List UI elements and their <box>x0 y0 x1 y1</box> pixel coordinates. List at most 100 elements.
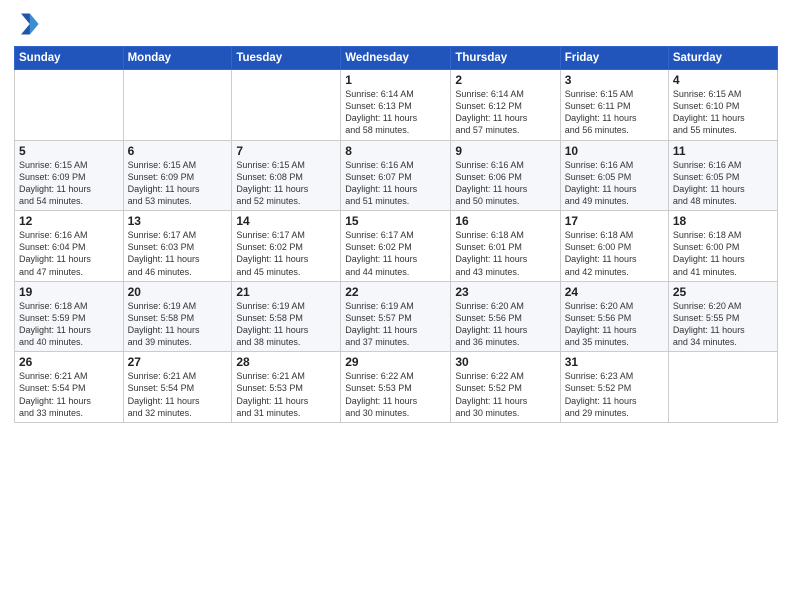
calendar-week-1: 1Sunrise: 6:14 AM Sunset: 6:13 PM Daylig… <box>15 70 778 141</box>
day-number: 22 <box>345 285 446 299</box>
day-info: Sunrise: 6:18 AM Sunset: 6:01 PM Dayligh… <box>455 229 555 278</box>
day-info: Sunrise: 6:20 AM Sunset: 5:56 PM Dayligh… <box>455 300 555 349</box>
day-info: Sunrise: 6:19 AM Sunset: 5:58 PM Dayligh… <box>128 300 228 349</box>
col-header-saturday: Saturday <box>668 47 777 70</box>
calendar-cell: 16Sunrise: 6:18 AM Sunset: 6:01 PM Dayli… <box>451 211 560 282</box>
day-number: 5 <box>19 144 119 158</box>
calendar-cell: 10Sunrise: 6:16 AM Sunset: 6:05 PM Dayli… <box>560 140 668 211</box>
calendar-cell: 8Sunrise: 6:16 AM Sunset: 6:07 PM Daylig… <box>341 140 451 211</box>
calendar-cell: 31Sunrise: 6:23 AM Sunset: 5:52 PM Dayli… <box>560 352 668 423</box>
day-info: Sunrise: 6:15 AM Sunset: 6:11 PM Dayligh… <box>565 88 664 137</box>
col-header-friday: Friday <box>560 47 668 70</box>
calendar-week-5: 26 Sunrise: 6:21 AM Sunset: 5:54 PM Dayli… <box>15 352 778 423</box>
day-number: 11 <box>673 144 773 158</box>
calendar-cell: 3Sunrise: 6:15 AM Sunset: 6:11 PM Daylig… <box>560 70 668 141</box>
day-number: 4 <box>673 73 773 87</box>
calendar-cell: 26Sunrise: 6:21 AM Sunset: 5:54 PM Dayli… <box>15 352 124 423</box>
day-number: 13 <box>128 214 228 228</box>
day-info: Sunrise: 6:19 AM Sunset: 5:57 PM Dayligh… <box>345 300 446 349</box>
day-number: 28 <box>236 355 336 369</box>
day-info: Sunrise: 6:18 AM Sunset: 5:59 PM Dayligh… <box>19 300 119 349</box>
calendar-cell: 27Sunrise: 6:21 AM Sunset: 5:54 PM Dayli… <box>123 352 232 423</box>
day-number: 10 <box>565 144 664 158</box>
calendar-cell: 14Sunrise: 6:17 AM Sunset: 6:02 PM Dayli… <box>232 211 341 282</box>
day-info: Sunrise: 6:15 AM Sunset: 6:08 PM Dayligh… <box>236 159 336 208</box>
calendar-cell: 15Sunrise: 6:17 AM Sunset: 6:02 PM Dayli… <box>341 211 451 282</box>
logo-icon <box>14 10 42 38</box>
day-info: Sunrise: 6:22 AM Sunset: 5:52 PM Dayligh… <box>455 370 555 419</box>
day-number: 12 <box>19 214 119 228</box>
calendar-cell: 23Sunrise: 6:20 AM Sunset: 5:56 PM Dayli… <box>451 281 560 352</box>
calendar-cell: 20Sunrise: 6:19 AM Sunset: 5:58 PM Dayli… <box>123 281 232 352</box>
calendar-cell: 30Sunrise: 6:22 AM Sunset: 5:52 PM Dayli… <box>451 352 560 423</box>
calendar-cell: 5Sunrise: 6:15 AM Sunset: 6:09 PM Daylig… <box>15 140 124 211</box>
calendar-cell: 6Sunrise: 6:15 AM Sunset: 6:09 PM Daylig… <box>123 140 232 211</box>
calendar-cell: 18Sunrise: 6:18 AM Sunset: 6:00 PM Dayli… <box>668 211 777 282</box>
col-header-thursday: Thursday <box>451 47 560 70</box>
day-number: 2 <box>455 73 555 87</box>
day-number: 14 <box>236 214 336 228</box>
day-info: Sunrise: 6:16 AM Sunset: 6:07 PM Dayligh… <box>345 159 446 208</box>
calendar-cell: 7Sunrise: 6:15 AM Sunset: 6:08 PM Daylig… <box>232 140 341 211</box>
calendar-cell: 1Sunrise: 6:14 AM Sunset: 6:13 PM Daylig… <box>341 70 451 141</box>
day-info: Sunrise: 6:23 AM Sunset: 5:52 PM Dayligh… <box>565 370 664 419</box>
day-info: Sunrise: 6:21 AM Sunset: 5:54 PM Dayligh… <box>128 370 228 419</box>
day-number: 21 <box>236 285 336 299</box>
day-info: Sunrise: 6:20 AM Sunset: 5:55 PM Dayligh… <box>673 300 773 349</box>
calendar-cell: 9Sunrise: 6:16 AM Sunset: 6:06 PM Daylig… <box>451 140 560 211</box>
calendar-header-row: SundayMondayTuesdayWednesdayThursdayFrid… <box>15 47 778 70</box>
logo <box>14 10 46 38</box>
day-number: 18 <box>673 214 773 228</box>
col-header-monday: Monday <box>123 47 232 70</box>
day-number: 26 <box>19 355 119 369</box>
day-number: 8 <box>345 144 446 158</box>
day-number: 6 <box>128 144 228 158</box>
calendar-week-2: 5Sunrise: 6:15 AM Sunset: 6:09 PM Daylig… <box>15 140 778 211</box>
day-number: 24 <box>565 285 664 299</box>
calendar-cell: 4Sunrise: 6:15 AM Sunset: 6:10 PM Daylig… <box>668 70 777 141</box>
calendar-cell <box>15 70 124 141</box>
day-info: Sunrise: 6:14 AM Sunset: 6:13 PM Dayligh… <box>345 88 446 137</box>
day-number: 29 <box>345 355 446 369</box>
calendar-cell <box>232 70 341 141</box>
calendar-cell: 13Sunrise: 6:17 AM Sunset: 6:03 PM Dayli… <box>123 211 232 282</box>
day-info: Sunrise: 6:19 AM Sunset: 5:58 PM Dayligh… <box>236 300 336 349</box>
calendar-table: SundayMondayTuesdayWednesdayThursdayFrid… <box>14 46 778 423</box>
col-header-wednesday: Wednesday <box>341 47 451 70</box>
day-info: Sunrise: 6:15 AM Sunset: 6:10 PM Dayligh… <box>673 88 773 137</box>
day-number: 23 <box>455 285 555 299</box>
calendar-cell <box>123 70 232 141</box>
day-info: Sunrise: 6:20 AM Sunset: 5:56 PM Dayligh… <box>565 300 664 349</box>
day-info: Sunrise: 6:17 AM Sunset: 6:02 PM Dayligh… <box>345 229 446 278</box>
calendar-cell: 21Sunrise: 6:19 AM Sunset: 5:58 PM Dayli… <box>232 281 341 352</box>
calendar-cell: 29Sunrise: 6:22 AM Sunset: 5:53 PM Dayli… <box>341 352 451 423</box>
calendar-week-3: 12Sunrise: 6:16 AM Sunset: 6:04 PM Dayli… <box>15 211 778 282</box>
day-number: 20 <box>128 285 228 299</box>
col-header-tuesday: Tuesday <box>232 47 341 70</box>
day-number: 15 <box>345 214 446 228</box>
day-number: 31 <box>565 355 664 369</box>
day-info: Sunrise: 6:21 AM Sunset: 5:53 PM Dayligh… <box>236 370 336 419</box>
day-number: 3 <box>565 73 664 87</box>
page: SundayMondayTuesdayWednesdayThursdayFrid… <box>0 0 792 612</box>
day-number: 7 <box>236 144 336 158</box>
calendar-cell: 22Sunrise: 6:19 AM Sunset: 5:57 PM Dayli… <box>341 281 451 352</box>
calendar-cell: 17Sunrise: 6:18 AM Sunset: 6:00 PM Dayli… <box>560 211 668 282</box>
day-info: Sunrise: 6:22 AM Sunset: 5:53 PM Dayligh… <box>345 370 446 419</box>
day-info: Sunrise: 6:16 AM Sunset: 6:04 PM Dayligh… <box>19 229 119 278</box>
day-info: Sunrise: 6:16 AM Sunset: 6:05 PM Dayligh… <box>673 159 773 208</box>
calendar-cell: 24Sunrise: 6:20 AM Sunset: 5:56 PM Dayli… <box>560 281 668 352</box>
day-info: Sunrise: 6:16 AM Sunset: 6:05 PM Dayligh… <box>565 159 664 208</box>
day-info: Sunrise: 6:16 AM Sunset: 6:06 PM Dayligh… <box>455 159 555 208</box>
day-number: 30 <box>455 355 555 369</box>
day-number: 27 <box>128 355 228 369</box>
calendar-cell: 19Sunrise: 6:18 AM Sunset: 5:59 PM Dayli… <box>15 281 124 352</box>
header <box>14 10 778 38</box>
calendar-cell: 11Sunrise: 6:16 AM Sunset: 6:05 PM Dayli… <box>668 140 777 211</box>
calendar-cell <box>668 352 777 423</box>
calendar-cell: 2Sunrise: 6:14 AM Sunset: 6:12 PM Daylig… <box>451 70 560 141</box>
day-number: 19 <box>19 285 119 299</box>
day-number: 25 <box>673 285 773 299</box>
calendar-cell: 28Sunrise: 6:21 AM Sunset: 5:53 PM Dayli… <box>232 352 341 423</box>
col-header-sunday: Sunday <box>15 47 124 70</box>
